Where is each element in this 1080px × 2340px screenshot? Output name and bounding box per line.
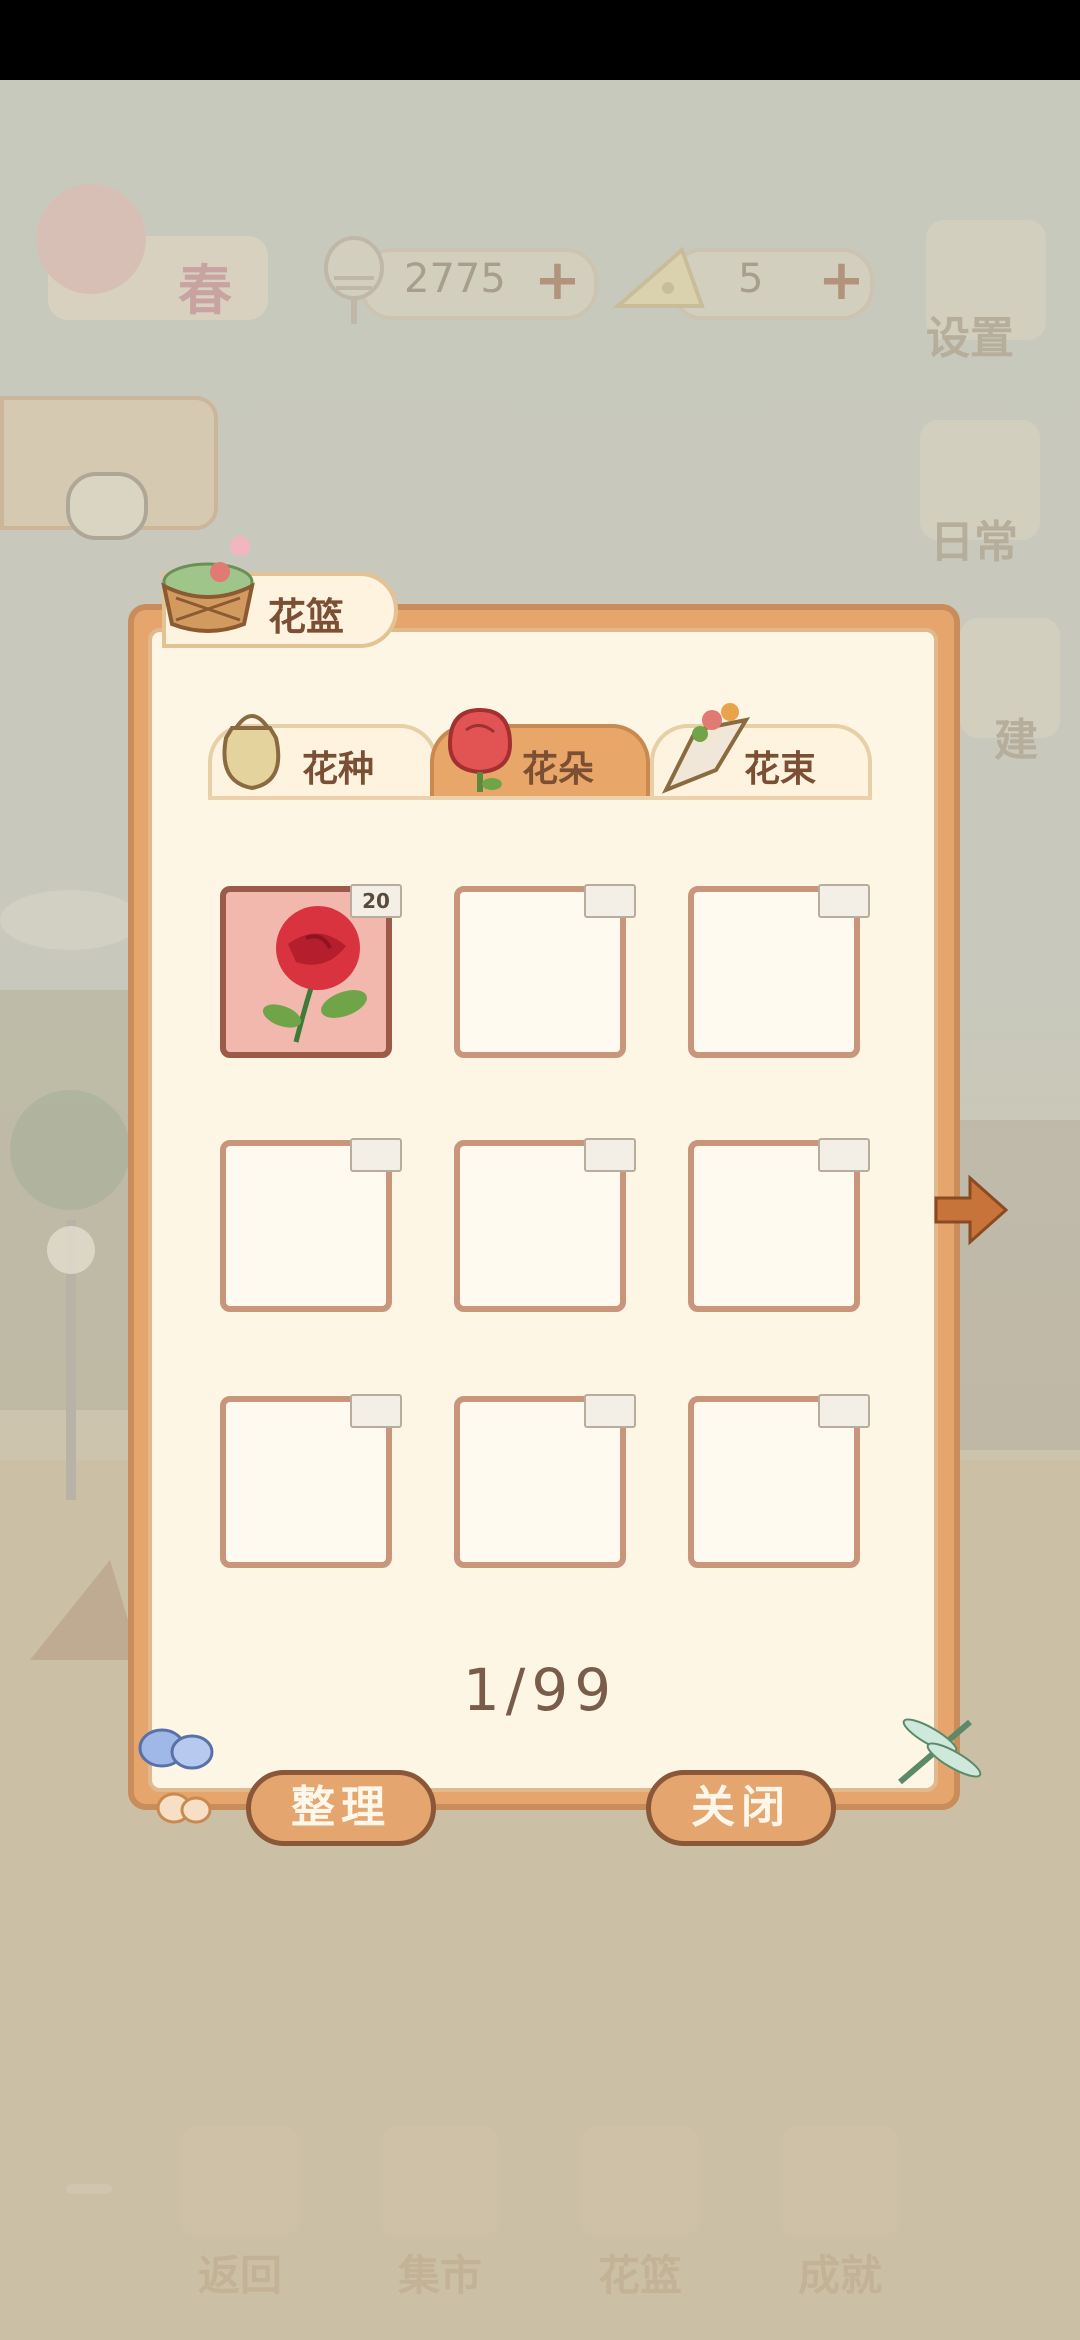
window-icon bbox=[180, 2126, 300, 2236]
collapse-icon[interactable] bbox=[66, 2184, 112, 2194]
nav-back-label: 返回 bbox=[197, 2251, 282, 2300]
page-indicator: 1/99 bbox=[462, 1656, 618, 1724]
build-label[interactable]: 建 bbox=[994, 704, 1038, 768]
cheese-icon bbox=[612, 246, 705, 308]
butterfly-icon bbox=[138, 1728, 214, 1824]
item-count-tag bbox=[818, 1394, 870, 1428]
basket-icon bbox=[580, 2126, 700, 2236]
nav-back[interactable]: 返回 bbox=[170, 2126, 310, 2303]
play-icon bbox=[66, 472, 148, 540]
nav-achievements[interactable]: 成就 bbox=[770, 2126, 910, 2303]
item-count-tag bbox=[350, 1138, 402, 1172]
next-page-arrow-icon[interactable] bbox=[930, 1172, 1010, 1248]
market-icon bbox=[380, 2126, 500, 2236]
tab-flowers-label: 花朵 bbox=[522, 749, 595, 790]
season-tree-icon bbox=[36, 184, 146, 294]
seed-bag-icon bbox=[222, 714, 281, 791]
close-button[interactable]: 关闭 bbox=[646, 1770, 836, 1846]
item-count-tag bbox=[818, 1138, 870, 1172]
season-label: 春 bbox=[178, 259, 232, 322]
tab-divider bbox=[208, 796, 872, 800]
item-count-tag bbox=[818, 884, 870, 918]
add-cheese-button[interactable]: + bbox=[818, 253, 865, 309]
fish-bone-icon bbox=[324, 236, 384, 324]
nav-market[interactable]: 集市 bbox=[370, 2126, 510, 2303]
nav-market-label: 集市 bbox=[397, 2251, 482, 2300]
flower-basket-icon bbox=[161, 536, 255, 633]
nav-basket-label: 花篮 bbox=[597, 2251, 682, 2300]
tab-seeds-label: 花种 bbox=[302, 749, 375, 790]
cheese-value: 5 bbox=[738, 256, 764, 302]
item-count-tag bbox=[350, 1394, 402, 1428]
trophy-icon bbox=[780, 2126, 900, 2236]
nav-basket[interactable]: 花篮 bbox=[570, 2126, 710, 2303]
tab-bouquets-label: 花束 bbox=[744, 749, 817, 790]
item-count-tag bbox=[584, 884, 636, 918]
settings-label[interactable]: 设置 bbox=[926, 302, 1014, 366]
sort-button[interactable]: 整理 bbox=[246, 1770, 436, 1846]
item-count-tag bbox=[584, 1394, 636, 1428]
nav-achievements-label: 成就 bbox=[797, 2251, 882, 2300]
fish-value: 2775 bbox=[404, 256, 506, 302]
rose-icon bbox=[447, 707, 513, 792]
daily-label[interactable]: 日常 bbox=[930, 506, 1018, 570]
panel-title: 花篮 bbox=[268, 595, 345, 639]
item-count-tag: 20 bbox=[350, 884, 402, 918]
bouquet-icon bbox=[661, 703, 751, 794]
dragonfly-icon bbox=[898, 1718, 982, 1785]
item-count-tag bbox=[584, 1138, 636, 1172]
add-fish-button[interactable]: + bbox=[534, 253, 581, 309]
